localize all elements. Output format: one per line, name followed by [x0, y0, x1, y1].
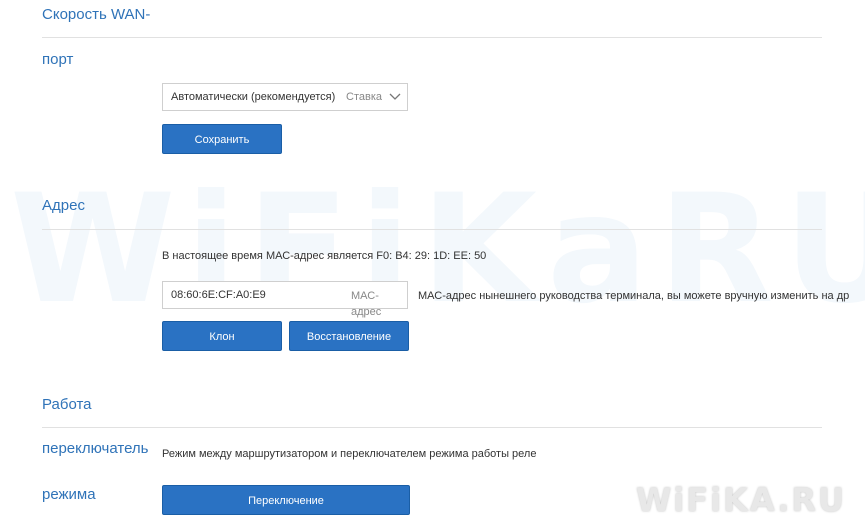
wan-speed-title-port: порт — [42, 51, 74, 68]
mac-address-suffix: МАС-адрес — [351, 290, 382, 318]
mac-hint-text: МАС-адрес нынешнего руководства терминал… — [418, 290, 850, 302]
switch-mode-button[interactable]: Переключение — [162, 485, 410, 515]
current-mac-text: В настоящее время МАС-адрес является F0:… — [162, 250, 487, 262]
site-logo: WiFiKA.RU — [636, 481, 847, 519]
mac-address-value: 08:60:6E:CF:A0:E9 — [171, 289, 266, 301]
chevron-down-icon — [389, 93, 401, 100]
mode-title: Работа — [42, 396, 92, 413]
save-button[interactable]: Сохранить — [162, 124, 282, 154]
clone-button[interactable]: Клон — [162, 321, 282, 351]
mac-address-input[interactable]: 08:60:6E:CF:A0:E9 МАС-адрес — [162, 281, 408, 318]
wan-speed-select-tag: Ставка — [346, 91, 382, 103]
address-title: Адрес — [42, 197, 85, 214]
wan-speed-select-value: Автоматически (рекомендуется) — [171, 91, 336, 103]
wan-speed-title: Скорость WAN- — [42, 6, 151, 23]
mode-description: Режим между маршрутизатором и переключат… — [162, 448, 537, 460]
divider — [42, 427, 822, 428]
divider — [42, 229, 822, 230]
divider — [42, 37, 822, 38]
mode-title-switch: переключатель — [42, 440, 149, 457]
wan-speed-select[interactable]: Автоматически (рекомендуется) Ставка — [162, 83, 408, 111]
restore-button[interactable]: Восстановление — [289, 321, 409, 351]
mode-title-mode: режима — [42, 486, 96, 503]
